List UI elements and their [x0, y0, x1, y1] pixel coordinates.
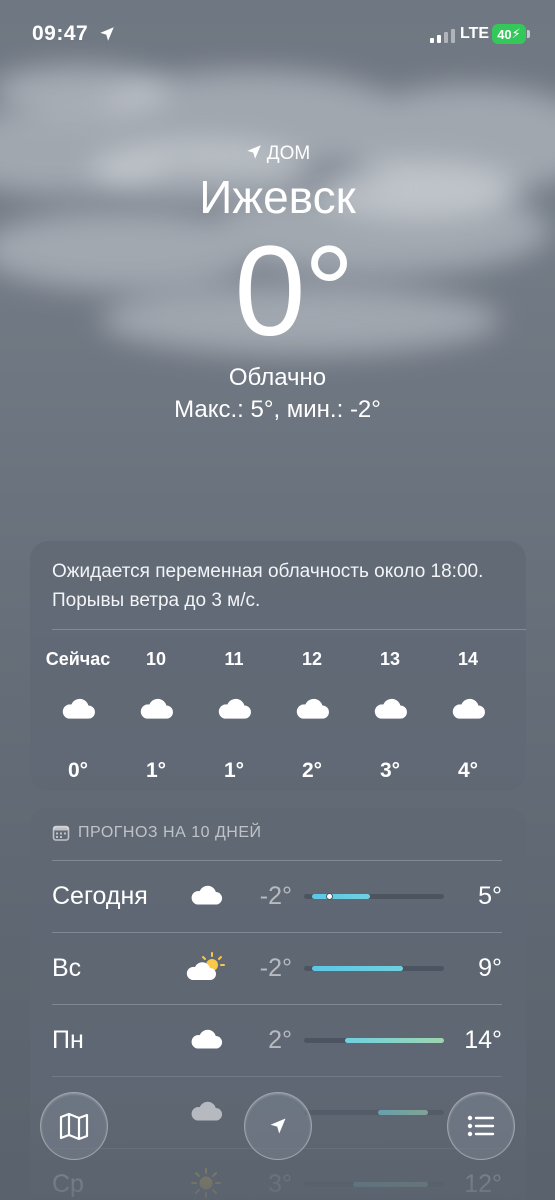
map-button[interactable]	[40, 1092, 108, 1160]
divider	[52, 1004, 502, 1005]
network-label: LTE	[460, 25, 490, 42]
hourly-temp: 1°	[145, 759, 167, 782]
day-icon	[186, 950, 226, 984]
hourly-time: 12	[301, 649, 323, 669]
day-low: 2°	[268, 1026, 292, 1054]
battery-tip	[527, 30, 530, 38]
cloud-icon	[452, 699, 485, 719]
battery-icon: 40 ⚡	[492, 24, 526, 44]
temperature-range-fill	[345, 1038, 444, 1043]
day-name: Вс	[52, 954, 82, 982]
cloud-icon	[296, 699, 329, 719]
hourly-item: 11 1°	[194, 649, 274, 783]
cloud-icon	[140, 699, 173, 719]
cloud-icon	[218, 699, 251, 719]
hourly-item: Сейчас 0°	[38, 649, 118, 783]
location-arrow-icon	[100, 27, 114, 41]
hourly-list[interactable]: Сейчас 0° 10 1° 11 1° 12 2° 13 3° 14 4°	[40, 649, 526, 782]
current-temp-dot	[325, 893, 333, 900]
hourly-time: 14	[457, 649, 479, 669]
cloud-icon	[191, 885, 223, 905]
forecast-summary: Ожидается переменная облачность около 18…	[52, 561, 484, 611]
temperature-range-fill	[312, 966, 403, 971]
temperature-range-bar	[304, 1110, 444, 1115]
day-low: -2°	[259, 882, 292, 910]
status-time: 09:47	[32, 22, 89, 45]
temperature-range-bar	[304, 1038, 444, 1043]
divider	[52, 860, 502, 861]
daily-row[interactable]: Сегодня -2° 5°	[52, 860, 526, 930]
signal-icon	[430, 29, 455, 43]
location-arrow-icon	[270, 1118, 286, 1134]
calendar-icon	[52, 825, 70, 841]
home-label: ДОМ	[266, 143, 311, 164]
cloud-icon	[374, 699, 407, 719]
hourly-temp: 4°	[457, 759, 479, 782]
temperature-range-fill	[312, 894, 370, 899]
daily-forecast-title: ПРОГНОЗ НА 10 ДНЕЙ	[78, 824, 262, 841]
my-location-button[interactable]	[244, 1092, 312, 1160]
location-label: ДОМ	[0, 143, 555, 165]
day-low: -2°	[259, 954, 292, 982]
cloud-icon	[62, 699, 95, 719]
hourly-temp: 3°	[379, 759, 401, 782]
temperature-range: Макс.: 5°, мин.: -2°	[174, 396, 381, 423]
sun-cloud-icon	[186, 952, 225, 980]
hourly-forecast-card[interactable]: Ожидается переменная облачность около 18…	[30, 541, 526, 791]
temperature-range-bar	[304, 893, 444, 900]
day-name: Сегодня	[52, 882, 148, 910]
hourly-time: 10	[145, 649, 167, 669]
location-arrow-icon	[247, 145, 261, 159]
divider	[52, 932, 502, 933]
status-bar: 09:47 LTE 40 ⚡	[0, 20, 555, 52]
hourly-item: 12 2°	[272, 649, 352, 783]
daily-row[interactable]: Вс -2° 9°	[52, 932, 526, 1002]
hourly-time: 13	[379, 649, 401, 669]
temperature-range-fill	[378, 1110, 428, 1115]
list-icon	[467, 1115, 495, 1137]
current-temperature: 0°	[234, 220, 354, 363]
day-name: Пн	[52, 1026, 84, 1054]
day-icon	[186, 1022, 226, 1056]
day-high: 14°	[464, 1026, 502, 1054]
city-name: Ижевск	[199, 171, 356, 223]
battery-level: 40	[497, 26, 512, 42]
hourly-item: 14 4°	[428, 649, 508, 783]
daily-row[interactable]: Пн 2° 14°	[52, 1004, 526, 1074]
map-icon	[59, 1112, 89, 1141]
hourly-time: Сейчас	[45, 649, 111, 669]
hourly-item: 10 1°	[116, 649, 196, 783]
hourly-time: 11	[224, 649, 244, 669]
day-icon	[186, 878, 226, 912]
cloud-icon	[191, 1101, 223, 1121]
daily-forecast-header: ПРОГНОЗ НА 10 ДНЕЙ	[52, 824, 262, 842]
condition-text: Облачно	[228, 364, 327, 391]
divider	[52, 1076, 502, 1077]
divider	[52, 629, 526, 630]
temperature-range-bar	[304, 966, 444, 971]
day-high: 9°	[478, 954, 502, 982]
hourly-temp: 0°	[67, 759, 89, 782]
day-high: 5°	[478, 882, 502, 910]
hourly-item: 13 3°	[350, 649, 430, 783]
hourly-temp: 2°	[301, 759, 323, 782]
locations-list-button[interactable]	[447, 1092, 515, 1160]
cloud-icon	[191, 1029, 223, 1049]
hourly-temp: 1°	[223, 759, 245, 782]
